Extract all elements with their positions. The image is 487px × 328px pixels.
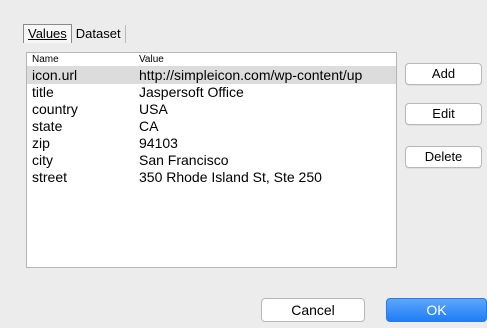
- table-header: Name Value: [27, 53, 396, 67]
- table-row[interactable]: state CA: [27, 118, 396, 135]
- column-header-name[interactable]: Name: [27, 53, 136, 66]
- row-name-cell: title: [32, 84, 54, 100]
- table-row[interactable]: zip 94103: [27, 135, 396, 152]
- add-button[interactable]: Add: [405, 63, 482, 85]
- row-value-cell: 350 Rhode Island St, Ste 250: [139, 169, 322, 185]
- row-name-cell: city: [32, 152, 53, 168]
- tab-dataset[interactable]: Dataset: [72, 25, 126, 43]
- row-name-cell: state: [32, 118, 63, 134]
- row-value-cell: 94103: [139, 135, 178, 151]
- values-table[interactable]: Name Value icon.url http://simpleicon.co…: [26, 52, 397, 268]
- row-value-cell: San Francisco: [139, 152, 229, 168]
- table-row[interactable]: street 350 Rhode Island St, Ste 250: [27, 169, 396, 186]
- table-row[interactable]: country USA: [27, 101, 396, 118]
- delete-button[interactable]: Delete: [405, 146, 482, 168]
- row-name-cell: country: [32, 101, 78, 117]
- tab-bar: Values Dataset: [23, 24, 126, 44]
- row-name-cell: icon.url: [32, 67, 78, 83]
- ok-button[interactable]: OK: [386, 298, 487, 322]
- row-value-cell: CA: [139, 118, 159, 134]
- table-row[interactable]: city San Francisco: [27, 152, 396, 169]
- edit-button[interactable]: Edit: [405, 103, 482, 125]
- table-row[interactable]: title Jaspersoft Office: [27, 84, 396, 101]
- tab-values[interactable]: Values: [23, 24, 72, 43]
- row-value-cell: http://simpleicon.com/wp-content/up: [139, 67, 363, 83]
- row-value-cell: Jaspersoft Office: [139, 84, 244, 100]
- row-name-cell: street: [32, 169, 68, 185]
- cancel-button[interactable]: Cancel: [261, 298, 365, 322]
- row-value-cell: USA: [139, 101, 168, 117]
- row-name-cell: zip: [32, 135, 50, 151]
- table-row[interactable]: icon.url http://simpleicon.com/wp-conten…: [27, 67, 396, 84]
- column-header-value[interactable]: Value: [136, 53, 396, 66]
